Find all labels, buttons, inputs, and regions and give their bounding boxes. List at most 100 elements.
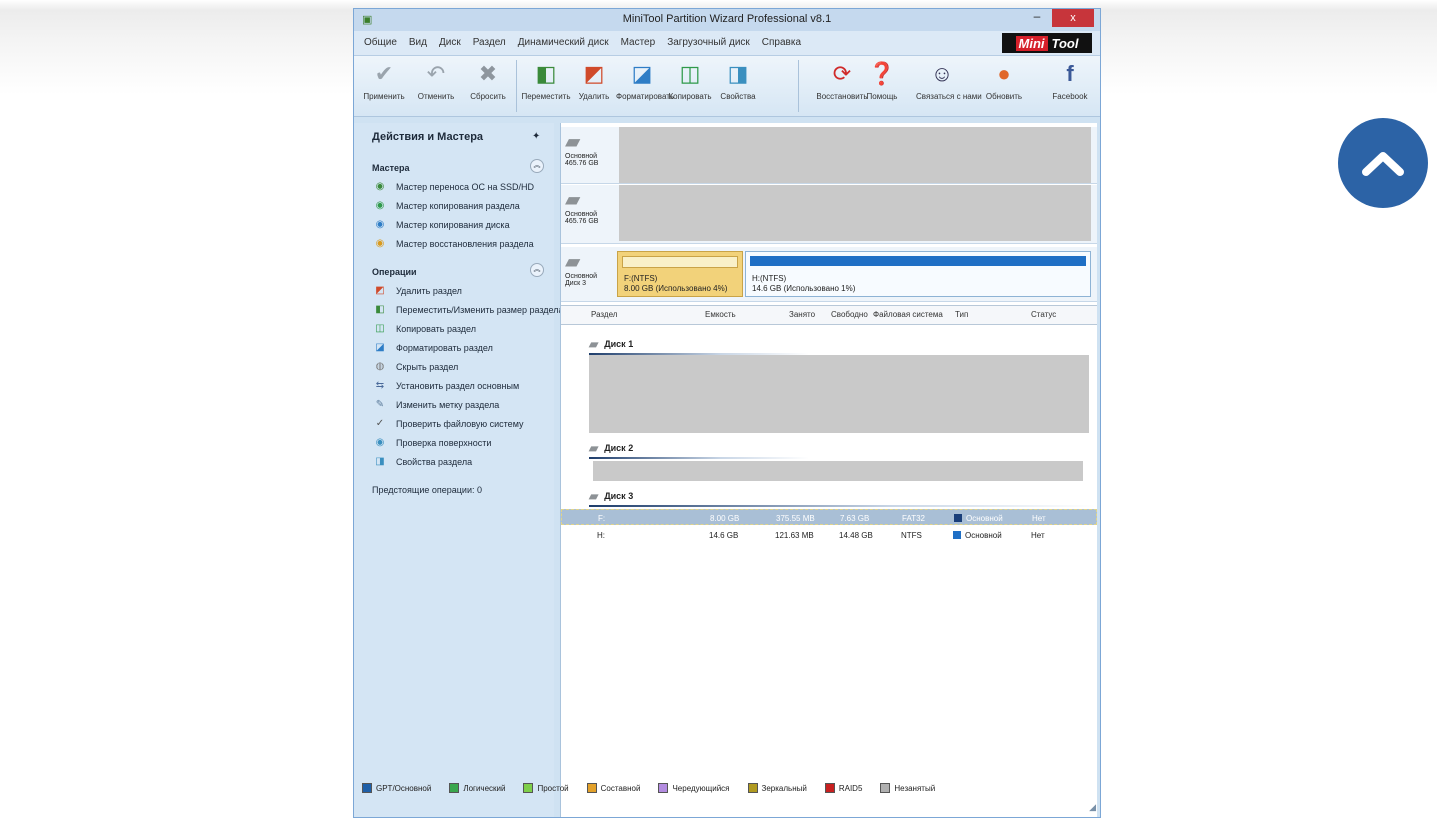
copy-icon: ◫ (679, 61, 701, 86)
disk-map-3[interactable]: ▰ Основной Диск 3 F:(NTFS) 8.00 GB (Испо… (561, 247, 1097, 302)
partition-f-detail: 8.00 GB (Использовано 4%) (624, 284, 728, 293)
disk-label-3: ▰ Основной Диск 3 (565, 251, 617, 299)
sidebar-item-delete-partition[interactable]: ◩ Удалить раздел (374, 285, 462, 297)
legend-swatch (586, 783, 597, 793)
upgrade-icon: ● (997, 61, 1011, 86)
menu-help[interactable]: Справка (762, 37, 801, 48)
help-button[interactable]: ❓ Помощь (856, 60, 908, 101)
wizard-icon: ◉ (375, 200, 385, 211)
hard-disk-icon: ▰ (589, 441, 599, 455)
format-button[interactable]: ◪ Форматировать (616, 60, 674, 101)
legend-item: Логический (449, 783, 505, 793)
undo-button[interactable]: ↶ Отменить (410, 60, 462, 101)
discard-button[interactable]: ✖ Сбросить (462, 60, 514, 101)
sidebar-item-partition-properties[interactable]: ◨ Свойства раздела (374, 456, 472, 468)
copy-button[interactable]: ◫ Копировать (664, 60, 716, 101)
facebook-button[interactable]: f Facebook (1044, 60, 1096, 101)
resize-grip-icon[interactable]: ◢ (1089, 802, 1096, 813)
column-used[interactable]: Занято (789, 310, 815, 319)
pin-icon[interactable]: ✦ (532, 131, 540, 142)
properties-button[interactable]: ◨ Свойства (712, 60, 764, 101)
apply-button[interactable]: ✔ Применить (358, 60, 410, 101)
collapse-operations-icon[interactable]: ︽ (530, 263, 544, 277)
column-capacity[interactable]: Емкость (705, 310, 736, 319)
disk-map-1[interactable]: ▰ Основной 465.76 GB (561, 127, 1097, 184)
sidebar-item-hide-partition[interactable]: ◍ Скрыть раздел (374, 361, 459, 373)
disk-label-1: ▰ Основной 465.76 GB (565, 131, 617, 179)
legend-swatch (523, 783, 534, 793)
check-icon: ✓ (375, 418, 385, 429)
scroll-to-top-button[interactable] (1338, 118, 1428, 208)
legend-swatch (824, 783, 835, 793)
table-row[interactable]: F: 8.00 GB 375.55 MB 7.63 GB FAT32 Основ… (561, 509, 1097, 525)
legend-swatch (449, 783, 460, 793)
menu-dynamic-disk[interactable]: Динамический диск (518, 37, 609, 48)
sidebar-item-check-fs[interactable]: ✓ Проверить файловую систему (374, 418, 524, 430)
wizards-group-label: Мастера (372, 163, 410, 173)
disk-group-1: ▰ Диск 1 (589, 337, 634, 351)
collapse-wizards-icon[interactable]: ︽ (530, 159, 544, 173)
facebook-icon: f (1066, 61, 1074, 86)
sidebar-item-copy-disk-wizard[interactable]: ◉ Мастер копирования диска (374, 219, 510, 231)
format-icon: ◪ (375, 342, 385, 353)
sidebar-item-format-partition[interactable]: ◪ Форматировать раздел (374, 342, 493, 354)
sidebar-item-move-resize[interactable]: ◧ Переместить/Изменить размер раздела (374, 304, 563, 316)
delete-button[interactable]: ◩ Удалить (568, 60, 620, 101)
partition-type-legend: GPT/Основной Логический Простой Составно… (362, 783, 935, 793)
menu-disk[interactable]: Диск (439, 37, 461, 48)
contact-button[interactable]: ☺ Связаться с нами (916, 60, 982, 101)
disk-group-3: ▰ Диск 3 (589, 489, 634, 503)
menu-bar: Общие Вид Диск Раздел Динамический диск … (354, 31, 1100, 56)
legend-item: Чередующийся (658, 783, 730, 793)
close-button[interactable]: x (1052, 9, 1094, 27)
disk-label-2: ▰ Основной 465.76 GB (565, 189, 617, 237)
move-resize-button[interactable]: ◧ Переместить (520, 60, 572, 101)
toolbar-divider (798, 60, 799, 112)
table-row[interactable]: H: 14.6 GB 121.63 MB 14.48 GB NTFS Основ… (561, 527, 1097, 543)
legend-item: Составной (586, 783, 640, 793)
move-resize-icon: ◧ (375, 304, 385, 315)
column-unused[interactable]: Свободно (831, 310, 868, 319)
legend-swatch (747, 783, 758, 793)
hard-disk-icon: ▰ (565, 131, 581, 153)
disk-map-2[interactable]: ▰ Основной 465.76 GB (561, 185, 1097, 244)
column-partition[interactable]: Раздел (591, 310, 617, 319)
sidebar-item-change-label[interactable]: ✎ Изменить метку раздела (374, 399, 499, 411)
sidebar-item-migrate-os[interactable]: ◉ Мастер переноса ОС на SSD/HD (374, 181, 534, 193)
wizard-icon: ◉ (375, 219, 385, 230)
wizard-icon: ◉ (375, 238, 385, 249)
menu-wizard[interactable]: Мастер (621, 37, 656, 48)
minimize-button[interactable]: – (1026, 9, 1048, 27)
partition-usage-bar (622, 256, 738, 268)
sidebar-item-set-primary[interactable]: ⇆ Установить раздел основным (374, 380, 519, 392)
partition-f-name: F:(NTFS) (624, 274, 658, 283)
legend-item: Простой (523, 783, 569, 793)
application-window: ▣ MiniTool Partition Wizard Professional… (353, 8, 1101, 818)
column-file-system[interactable]: Файловая система (873, 310, 943, 319)
upgrade-button[interactable]: ● Обновить (978, 60, 1030, 101)
sidebar-item-surface-test[interactable]: ◉ Проверка поверхности (374, 437, 492, 449)
sidebar-item-copy-partition[interactable]: ◫ Копировать раздел (374, 323, 476, 335)
partition-f-block[interactable]: F:(NTFS) 8.00 GB (Использовано 4%) (617, 251, 743, 297)
legend-swatch (880, 783, 891, 793)
partition-table-header: Раздел Емкость Занято Свободно Файловая … (561, 305, 1097, 325)
format-icon: ◪ (631, 61, 653, 86)
column-status[interactable]: Статус (1031, 310, 1056, 319)
menu-bootable-disk[interactable]: Загрузочный диск (667, 37, 750, 48)
menu-general[interactable]: Общие (364, 37, 397, 48)
set-primary-icon: ⇆ (375, 380, 385, 391)
column-type[interactable]: Тип (955, 310, 968, 319)
redacted-area (589, 355, 1089, 433)
sidebar-item-partition-recovery-wizard[interactable]: ◉ Мастер восстановления раздела (374, 238, 534, 250)
copy-icon: ◫ (375, 323, 385, 334)
window-title: MiniTool Partition Wizard Professional v… (622, 13, 832, 25)
redacted-area (619, 185, 1091, 241)
surface-test-icon: ◉ (375, 437, 385, 448)
menu-partition[interactable]: Раздел (473, 37, 506, 48)
menu-view[interactable]: Вид (409, 37, 427, 48)
checkmark-icon: ✔ (374, 61, 394, 86)
type-color-swatch (954, 514, 962, 522)
label-icon: ✎ (375, 399, 385, 410)
sidebar-item-copy-partition-wizard[interactable]: ◉ Мастер копирования раздела (374, 200, 520, 212)
partition-h-block[interactable]: H:(NTFS) 14.6 GB (Использовано 1%) (745, 251, 1091, 297)
